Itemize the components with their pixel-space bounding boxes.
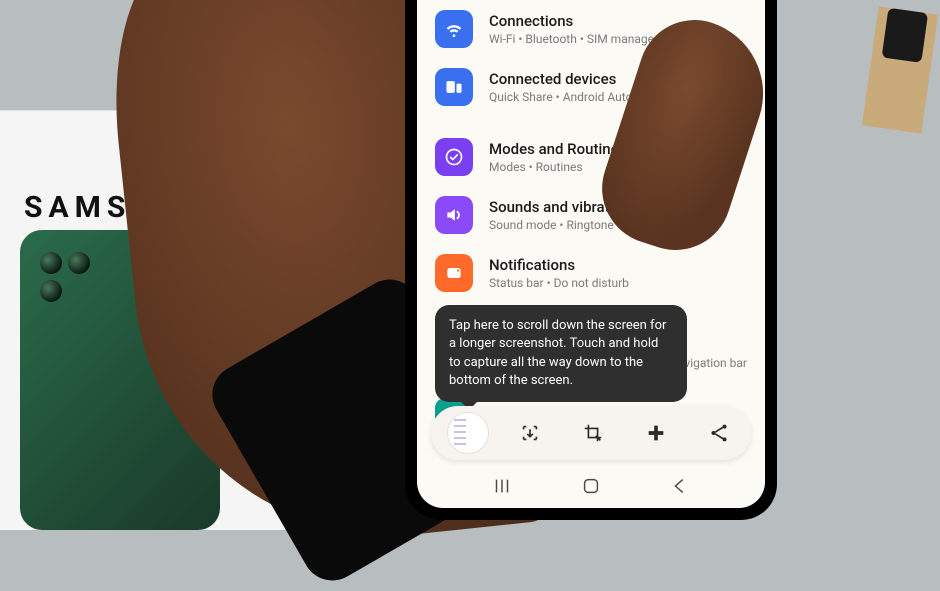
settings-item-subtitle: Modes • Routines xyxy=(489,160,747,174)
settings-item-subtitle-fragment: vigation bar xyxy=(684,356,747,370)
settings-item-modes[interactable]: Modes and Routines Modes • Routines xyxy=(435,128,747,186)
box-camera-lens xyxy=(68,252,90,274)
recents-button[interactable] xyxy=(489,473,515,499)
navigation-bar xyxy=(417,464,765,508)
speaker-icon xyxy=(435,196,473,234)
settings-item-subtitle: Sound mode • Ringtone xyxy=(489,218,747,232)
box-camera-lens xyxy=(40,252,62,274)
box-camera-lens xyxy=(40,280,62,302)
settings-item-title: Notifications xyxy=(489,256,747,274)
screenshot-thumbnail[interactable] xyxy=(447,412,489,454)
samsung-logo: SAMSUNG xyxy=(24,190,211,225)
settings-item-title: Sounds and vibration xyxy=(489,198,747,216)
scroll-capture-tooltip: Tap here to scroll down the screen for a… xyxy=(435,305,687,402)
box-phone-render xyxy=(20,230,220,530)
back-button[interactable] xyxy=(667,473,693,499)
settings-item-subtitle: Wi-Fi • Bluetooth • SIM manager xyxy=(489,32,747,46)
share-button[interactable] xyxy=(697,411,741,455)
home-button[interactable] xyxy=(578,473,604,499)
crop-edit-button[interactable] xyxy=(571,411,615,455)
settings-item-subtitle: Status bar • Do not disturb xyxy=(489,276,747,290)
background-object xyxy=(862,6,938,133)
phone-frame: Connections Wi-Fi • Bluetooth • SIM mana… xyxy=(405,0,777,520)
tag-button[interactable] xyxy=(634,411,678,455)
tooltip-text: Tap here to scroll down the screen for a… xyxy=(449,318,666,388)
settings-item-notifications[interactable]: Notifications Status bar • Do not distur… xyxy=(435,244,747,302)
phone-screen[interactable]: Connections Wi-Fi • Bluetooth • SIM mana… xyxy=(417,0,765,508)
check-circle-icon xyxy=(435,138,473,176)
settings-item-connections[interactable]: Connections Wi-Fi • Bluetooth • SIM mana… xyxy=(435,0,747,58)
settings-item-subtitle: Quick Share • Android Auto xyxy=(489,90,747,104)
notification-icon xyxy=(435,254,473,292)
settings-item-title: Connected devices xyxy=(489,70,747,88)
settings-item-sounds[interactable]: Sounds and vibration Sound mode • Ringto… xyxy=(435,186,747,244)
settings-item-connected-devices[interactable]: Connected devices Quick Share • Android … xyxy=(435,58,747,116)
scroll-capture-button[interactable] xyxy=(508,411,552,455)
settings-item-title: Connections xyxy=(489,12,747,30)
screenshot-toolbar xyxy=(431,406,751,460)
devices-icon xyxy=(435,68,473,106)
settings-item-title: Modes and Routines xyxy=(489,140,747,158)
wifi-icon xyxy=(435,10,473,48)
